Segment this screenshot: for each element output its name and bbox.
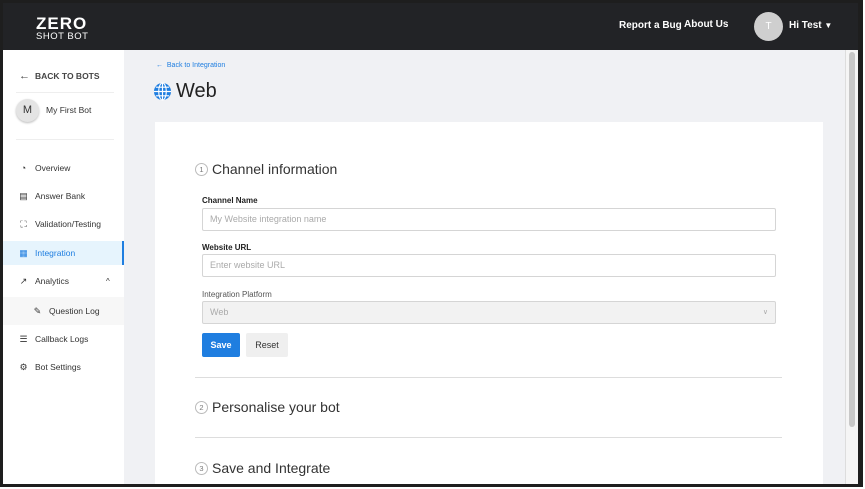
integration-platform-label: Integration Platform	[202, 290, 272, 299]
channel-name-label: Channel Name	[202, 196, 258, 205]
form-card: 1 Channel information Channel Name My Web…	[155, 122, 823, 484]
sidebar-item-answer-bank[interactable]: ▤ Answer Bank	[3, 184, 124, 208]
chevron-down-icon: ∨	[762, 309, 768, 316]
page-title: Web	[153, 80, 217, 103]
arrow-left-icon: ←	[156, 62, 163, 69]
user-avatar[interactable]: T	[754, 12, 783, 41]
scrollbar[interactable]	[845, 50, 858, 484]
chevron-up-icon: ^	[106, 276, 110, 286]
sidebar-item-bot-settings[interactable]: ⚙ Bot Settings	[3, 355, 124, 379]
arrow-left-icon: ←	[19, 70, 30, 82]
channel-name-input[interactable]: My Website integration name	[202, 208, 776, 231]
dashboard-icon: ◔	[20, 163, 27, 173]
gear-icon: ⚙	[19, 361, 28, 372]
step-personalise-bot[interactable]: 2 Personalise your bot	[195, 399, 340, 415]
website-url-input[interactable]: Enter website URL	[202, 254, 776, 277]
sidebar-item-validation[interactable]: ⛶ Validation/Testing	[3, 212, 124, 236]
sidebar-item-integration[interactable]: ▦ Integration	[3, 241, 124, 265]
save-button[interactable]: Save	[202, 333, 240, 357]
sidebar-item-question-log[interactable]: ✎ Question Log	[3, 297, 124, 325]
step-channel-information[interactable]: 1 Channel information	[195, 161, 337, 177]
sidebar-item-callback-logs[interactable]: ☰ Callback Logs	[3, 327, 124, 351]
bot-selector[interactable]: M My First Bot	[3, 98, 124, 122]
sidebar: ← BACK TO BOTS M My First Bot ◔ Overview ▤ A…	[3, 50, 124, 484]
edit-icon: ✎	[33, 305, 42, 316]
grid-icon: ▦	[19, 247, 28, 258]
main-content: ← Back to Integration Web 1 Channel infor…	[124, 50, 845, 484]
list-icon: ☰	[19, 333, 28, 344]
sidebar-item-analytics[interactable]: ↗ Analytics ^	[3, 269, 124, 293]
caret-down-icon: ▼	[824, 21, 833, 30]
report-bug-link[interactable]: Report a Bug	[619, 20, 682, 31]
sidebar-item-overview[interactable]: ◔ Overview	[3, 156, 124, 180]
app-window: ZERO SHOT BOT Report a Bug About Us T Hi …	[0, 0, 863, 487]
scan-icon: ⛶	[20, 218, 27, 229]
divider	[195, 377, 782, 378]
reset-button[interactable]: Reset	[246, 333, 288, 357]
chart-line-icon: ↗	[19, 275, 28, 286]
step-save-integrate[interactable]: 3 Save and Integrate	[195, 460, 330, 476]
top-bar: ZERO SHOT BOT Report a Bug About Us T Hi …	[3, 3, 858, 50]
back-to-bots[interactable]: ← BACK TO BOTS	[3, 64, 124, 88]
website-url-label: Website URL	[202, 243, 252, 252]
logo[interactable]: ZERO SHOT BOT	[36, 15, 88, 42]
divider	[195, 437, 782, 438]
integration-platform-select[interactable]: Web ∨	[202, 301, 776, 324]
book-icon: ▤	[19, 190, 28, 201]
user-menu[interactable]: Hi Test ▼	[789, 20, 832, 31]
globe-icon	[153, 82, 172, 101]
scrollbar-thumb[interactable]	[849, 52, 855, 427]
about-us-link[interactable]: About Us	[684, 19, 728, 30]
bot-avatar: M	[16, 98, 39, 122]
back-to-integration-link[interactable]: ← Back to Integration	[156, 62, 225, 69]
